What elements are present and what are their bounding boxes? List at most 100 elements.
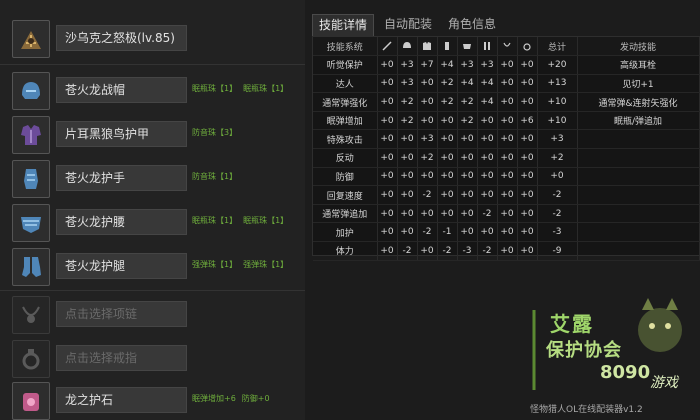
- skill-point: +0: [457, 204, 478, 224]
- tab-skill-details[interactable]: 技能详情: [312, 14, 375, 36]
- equipment-name-talisman[interactable]: 龙之护石: [56, 387, 187, 413]
- skill-total: -3: [537, 222, 578, 243]
- skill-point: +0: [517, 92, 538, 112]
- skill-point: +0: [477, 185, 498, 205]
- skill-point: +0: [497, 92, 518, 112]
- header-active-skill: 发动技能: [577, 37, 700, 57]
- skill-point: +0: [417, 92, 438, 112]
- skill-point: -2: [417, 222, 438, 243]
- skill-point: +0: [477, 148, 498, 168]
- divider: [0, 290, 305, 291]
- skill-total: +0: [537, 167, 578, 187]
- skill-row: 反动 +0 +0 +2 +0 +0 +0 +0 +0 +2: [313, 148, 700, 168]
- skill-table-body: 听觉保护 +0 +3 +7 +4 +3 +3 +0 +0 +20 高级耳栓 达人 +0 +3 +0 +2 +4 +…: [313, 55, 700, 261]
- skill-point: +0: [377, 222, 398, 243]
- waist-armor-icon: [12, 204, 50, 242]
- decoration-list-talisman: 眠弹增加+6 防御+0: [192, 393, 276, 405]
- skill-point: +2: [437, 74, 458, 94]
- skill-point: +0: [417, 74, 438, 94]
- skill-point: +3: [417, 129, 438, 150]
- tab-character-info[interactable]: 角色信息: [442, 14, 502, 36]
- skill-point: +0: [497, 222, 518, 243]
- equipment-name-chest[interactable]: 片耳黑狼鸟护甲: [56, 121, 187, 147]
- skill-point: -2: [477, 204, 498, 224]
- skill-total: +3: [537, 129, 578, 150]
- skill-point: +0: [517, 241, 538, 261]
- decoration-label: 眠瓶珠【1】: [243, 216, 289, 225]
- skill-point: +6: [517, 111, 538, 131]
- skill-row: 达人 +0 +3 +0 +2 +4 +4 +0 +0 +13 见切+1: [313, 74, 700, 94]
- active-skill: 通常弹&连射矢强化: [577, 92, 700, 112]
- equipment-slot-necklace[interactable]: 点击选择项链: [0, 296, 305, 340]
- skill-point: +0: [397, 185, 418, 205]
- skill-point: +0: [377, 185, 398, 205]
- skill-point: +0: [517, 148, 538, 168]
- decoration-label: 眠瓶珠【1】: [243, 84, 289, 93]
- skill-point: +0: [497, 55, 518, 75]
- skill-point: +0: [517, 222, 538, 243]
- divider: [0, 64, 305, 65]
- skill-point: +0: [397, 204, 418, 224]
- skill-name: 达人: [313, 74, 378, 94]
- skill-point: +4: [477, 92, 498, 112]
- skill-name: 体力: [313, 241, 378, 261]
- skill-point: +2: [457, 92, 478, 112]
- skill-point: +3: [397, 55, 418, 75]
- equipment-name-legs[interactable]: 苍火龙护腿: [56, 253, 187, 279]
- skill-total: -9: [537, 241, 578, 261]
- gauntlet-icon: [437, 37, 458, 57]
- skill-point: +0: [377, 92, 398, 112]
- skill-table-header: 技能系统 总计 发动技能: [313, 37, 700, 57]
- skill-point: +0: [377, 55, 398, 75]
- equipment-name-necklace[interactable]: 点击选择项链: [56, 301, 187, 327]
- skill-point: +0: [437, 204, 458, 224]
- equipment-name-head[interactable]: 苍火龙战帽: [56, 77, 187, 103]
- skill-point: +0: [497, 241, 518, 261]
- skill-total: +10: [537, 111, 578, 131]
- equipment-slot-ring[interactable]: 点击选择戒指: [0, 340, 305, 384]
- skill-row: 通常弹强化 +0 +2 +0 +2 +2 +4 +0 +0 +10 通常弹&连射矢强化: [313, 92, 700, 112]
- skill-point: +4: [437, 55, 458, 75]
- equipment-slot-head[interactable]: 苍火龙战帽 眠瓶珠【1】 眠瓶珠【1】: [0, 72, 305, 116]
- equipment-name-arms[interactable]: 苍火龙护手: [56, 165, 187, 191]
- skill-point: +0: [377, 111, 398, 131]
- skill-name: 回复速度: [313, 185, 378, 205]
- equipment-slot-chest[interactable]: 片耳黑狼鸟护甲 防音珠【3】: [0, 116, 305, 160]
- equipment-name-weapon[interactable]: 沙乌克之怒极(lv.85): [56, 25, 187, 51]
- skill-point: +0: [377, 204, 398, 224]
- skill-point: +0: [377, 241, 398, 261]
- skill-point: +0: [457, 167, 478, 187]
- skill-row: 听觉保护 +0 +3 +7 +4 +3 +3 +0 +0 +20 高级耳栓: [313, 55, 700, 75]
- skill-point: +0: [517, 55, 538, 75]
- decoration-list-chest: 防音珠【3】: [192, 127, 243, 139]
- skill-name: 特殊攻击: [313, 129, 378, 150]
- skill-name: 反动: [313, 148, 378, 168]
- tab-auto-build[interactable]: 自动配装: [378, 14, 438, 36]
- skill-point: +2: [437, 92, 458, 112]
- equipment-name-waist[interactable]: 苍火龙护腰: [56, 209, 187, 235]
- skill-point: +0: [377, 74, 398, 94]
- active-skill: [577, 185, 700, 205]
- skill-point: +0: [517, 74, 538, 94]
- skill-name: 眠弹增加: [313, 111, 378, 131]
- skill-row: 眠弹增加 +0 +2 +0 +0 +2 +0 +0 +6 +10 眠瓶/弹追加: [313, 111, 700, 131]
- skill-name: 通常弹追加: [313, 204, 378, 224]
- talisman-icon: [12, 382, 50, 420]
- equipment-slot-arms[interactable]: 苍火龙护手 防音珠【1】: [0, 160, 305, 204]
- equipment-slot-waist[interactable]: 苍火龙护腰 眠瓶珠【1】 眠瓶珠【1】: [0, 204, 305, 248]
- logo-number: 8090: [600, 362, 651, 383]
- skill-point: +4: [477, 74, 498, 94]
- decoration-list-legs: 强弹珠【1】 强弹珠【1】: [192, 259, 294, 271]
- skill-point: +0: [417, 241, 438, 261]
- equipment-slot-legs[interactable]: 苍火龙护腿 强弹珠【1】 强弹珠【1】: [0, 248, 305, 292]
- skill-point: +0: [497, 204, 518, 224]
- helmet-icon: [397, 37, 418, 57]
- equipment-slot-weapon[interactable]: 沙乌克之怒极(lv.85): [0, 20, 305, 64]
- skill-point: +0: [377, 148, 398, 168]
- skill-point: +0: [457, 129, 478, 150]
- active-skill: [577, 148, 700, 168]
- equipment-name-ring[interactable]: 点击选择戒指: [56, 345, 187, 371]
- skill-point: +0: [497, 74, 518, 94]
- equipment-slot-talisman[interactable]: 龙之护石 眠弹增加+6 防御+0: [0, 382, 305, 420]
- site-logo: 艾露 保护协会 8090 游戏 怪物猎人OL在线配装器v1.2: [510, 290, 700, 420]
